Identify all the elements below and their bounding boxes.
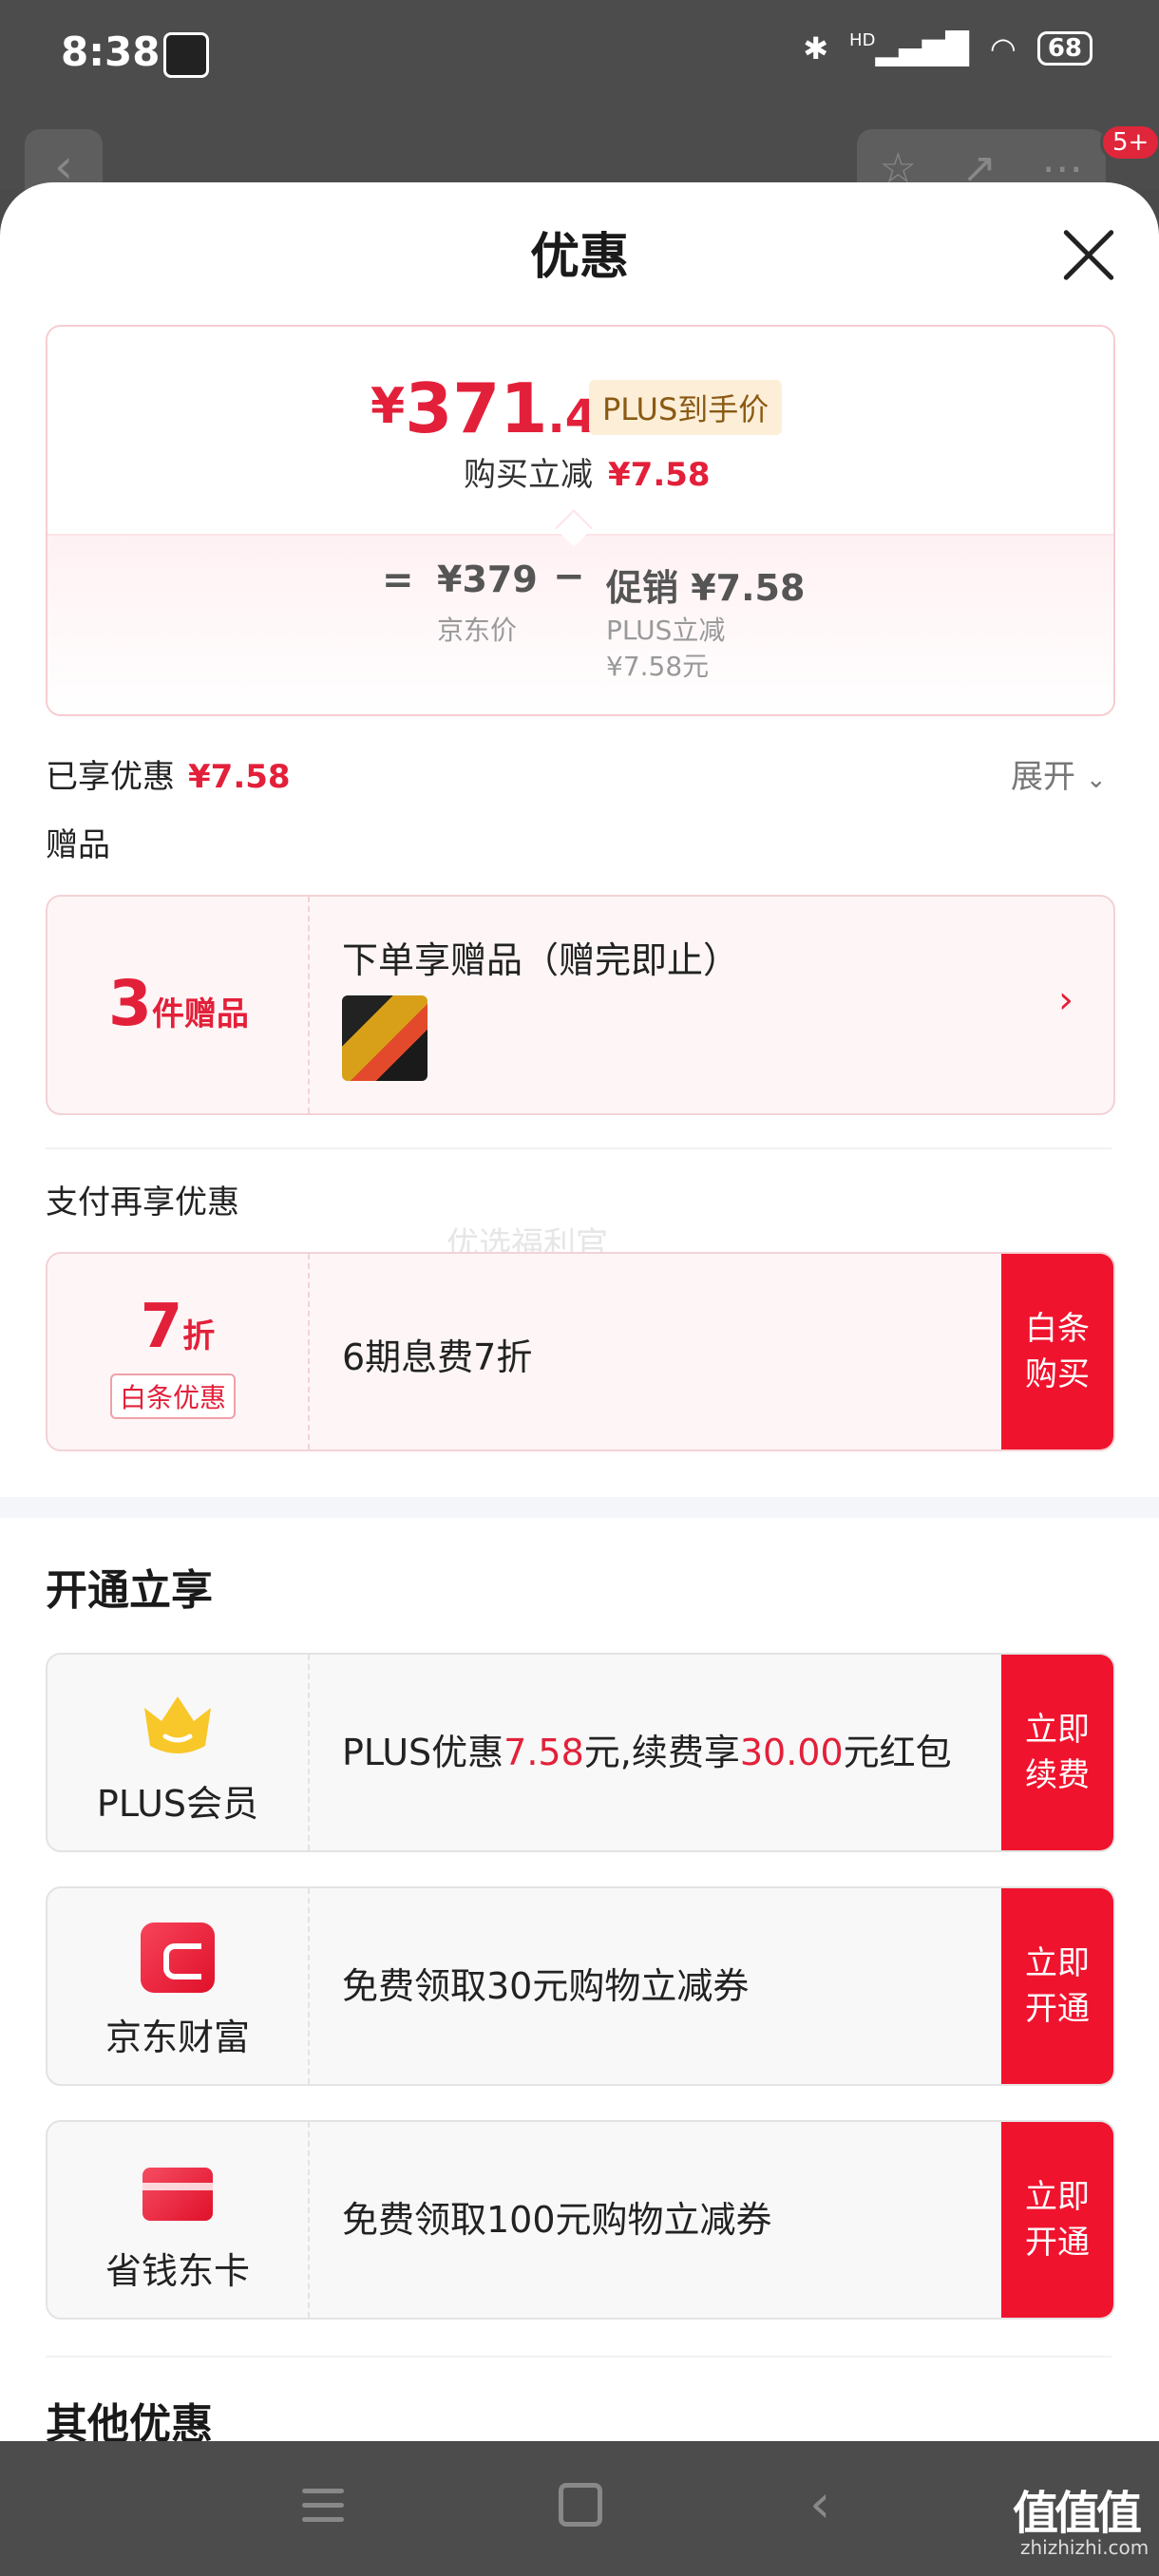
saver-card[interactable]: 省钱东卡 免费领取100元购物立减券 立即开通 xyxy=(46,2120,1115,2320)
baitiao-discount: 7折 xyxy=(48,1292,308,1362)
jd-wealth-name: 京东财富 xyxy=(104,2017,250,2058)
status-time: 8:38 xyxy=(61,28,161,75)
baitiao-buy-label: 白条购买 xyxy=(1025,1310,1090,1393)
discount-unit: 折 xyxy=(182,1317,216,1355)
plus-price-tag: PLUS到手价 xyxy=(589,380,783,435)
plus-card-left: PLUS会员 xyxy=(48,1655,310,1850)
back-nav-icon[interactable]: ‹ xyxy=(809,2473,830,2535)
jd-price: ¥379 xyxy=(437,559,538,600)
system-nav-bar: ‹ 值值值 zhizhizhi.com xyxy=(0,2441,1159,2576)
divider xyxy=(46,1147,1112,1149)
enjoyed-value: ¥7.58 xyxy=(188,758,291,796)
jd-wealth-card-left: 京东财富 xyxy=(48,1888,310,2084)
plus-card-name: PLUS会员 xyxy=(96,1783,259,1825)
gifts-section-label: 赠品 xyxy=(46,826,110,864)
pay-section-label: 支付再享优惠 xyxy=(46,1184,239,1222)
section-gap xyxy=(0,1497,1159,1518)
gift-title: 下单享赠品（赠完即止） xyxy=(342,939,740,981)
plus-renew-button[interactable]: 立即续费 xyxy=(1001,1655,1113,1850)
minus-sign: − xyxy=(553,555,585,598)
close-icon[interactable] xyxy=(1060,226,1117,283)
saver-card-open-button[interactable]: 立即开通 xyxy=(1001,2122,1113,2318)
home-icon[interactable] xyxy=(559,2483,602,2527)
chevron-right-icon[interactable]: › xyxy=(1058,978,1074,1022)
status-icons: ✱ HD▂▄▆█ ◠ 68 xyxy=(803,30,1092,66)
equals-sign: = xyxy=(382,559,414,602)
gift-count-number: 3 xyxy=(108,967,152,1040)
divider xyxy=(46,2356,1112,2358)
gift-count: 3件赠品 xyxy=(108,967,249,1040)
watermark-url: zhizhizhi.com xyxy=(1020,2536,1150,2559)
gift-count-unit: 件赠品 xyxy=(151,995,249,1033)
enjoyed-label: 已享优惠 xyxy=(46,758,175,796)
jd-wealth-open-button[interactable]: 立即开通 xyxy=(1001,1888,1113,2084)
plus-card-text: PLUS优惠7.58元,续费享30.00元红包 xyxy=(342,1655,969,1850)
subtitle-value: ¥7.58 xyxy=(608,456,711,494)
saver-card-left: 省钱东卡 xyxy=(48,2122,310,2318)
background-page-header: ‹ ☆ ↗ ⋯ 5+ xyxy=(0,114,1159,207)
sheet-title: 优惠 xyxy=(529,229,629,286)
promo-value: 促销 ¥7.58 xyxy=(606,567,806,609)
price-subtitle: 购买立减 ¥7.58 xyxy=(464,448,711,495)
enjoyed-discount: 已享优惠 ¥7.58 xyxy=(46,750,291,797)
baitiao-card[interactable]: 7折 白条优惠 6期息费7折 白条购买 xyxy=(46,1252,1115,1451)
expand-button[interactable]: 展开 ⌄ xyxy=(1011,750,1107,797)
gift-card[interactable]: 3件赠品 下单享赠品（赠完即止） › xyxy=(46,895,1115,1115)
price-currency: ¥ xyxy=(370,378,406,435)
subtitle-label: 购买立减 xyxy=(464,456,593,494)
jd-wealth-open-label: 立即开通 xyxy=(1025,1944,1090,2028)
expand-label: 展开 xyxy=(1011,758,1075,796)
plus-text-b: 元,续费享 xyxy=(583,1732,740,1773)
open-section-title: 开通立享 xyxy=(46,1566,213,1615)
saver-card-text: 免费领取100元购物立减券 xyxy=(342,2199,772,2241)
other-section-title: 其他优惠 xyxy=(46,2400,213,2441)
message-badge: 5+ xyxy=(1100,123,1159,161)
saver-card-name: 省钱东卡 xyxy=(104,2250,250,2292)
credit-card-icon xyxy=(142,2168,213,2221)
app-notification-icon xyxy=(163,32,209,78)
plus-value-b: 30.00 xyxy=(739,1732,844,1773)
jd-wealth-card[interactable]: 京东财富 免费领取30元购物立减券 立即开通 xyxy=(46,1886,1115,2086)
baitiao-buy-button[interactable]: 白条购买 xyxy=(1001,1254,1113,1449)
gift-card-left: 3件赠品 xyxy=(48,897,310,1113)
price-card: ¥371.42 PLUS到手价 购买立减 ¥7.58 = ¥379 京东价 − 促… xyxy=(46,325,1115,716)
plus-discount-value: ¥7.58元 xyxy=(606,651,710,682)
baitiao-text: 6期息费7折 xyxy=(342,1336,533,1378)
signal-icon: HD▂▄▆█ xyxy=(849,30,969,66)
menu-icon[interactable] xyxy=(302,2489,344,2523)
crown-icon xyxy=(144,1696,211,1753)
plus-renew-label: 立即续费 xyxy=(1025,1711,1090,1794)
jd-price-label: 京东价 xyxy=(437,615,518,646)
plus-value-a: 7.58 xyxy=(504,1732,584,1773)
battery-icon: 68 xyxy=(1036,31,1092,66)
wifi-icon: ◠ xyxy=(989,30,1016,66)
saver-card-open-label: 立即开通 xyxy=(1025,2178,1090,2262)
bluetooth-icon: ✱ xyxy=(803,30,829,66)
jd-wealth-text: 免费领取30元购物立减券 xyxy=(342,1965,750,2007)
plus-text-a: PLUS优惠 xyxy=(342,1732,504,1773)
plus-discount-label: PLUS立减 xyxy=(606,615,726,646)
wallet-icon xyxy=(141,1923,215,1993)
discount-sheet: 优惠 ¥371.42 PLUS到手价 购买立减 ¥7.58 = ¥379 京东价 … xyxy=(0,182,1159,2441)
chevron-down-icon: ⌄ xyxy=(1085,766,1107,794)
price-integer: 371 xyxy=(405,369,548,448)
gift-product-thumbnail[interactable] xyxy=(342,995,428,1081)
plus-member-card[interactable]: PLUS会员 PLUS优惠7.58元,续费享30.00元红包 立即续费 xyxy=(46,1653,1115,1852)
discount-number: 7 xyxy=(140,1292,183,1362)
watermark-logo: 值值值 xyxy=(1013,2487,1142,2540)
plus-text-c: 元红包 xyxy=(843,1732,952,1773)
baitiao-tag: 白条优惠 xyxy=(110,1373,237,1419)
status-bar: 8:38 ✱ HD▂▄▆█ ◠ 68 xyxy=(0,0,1159,114)
baitiao-card-left: 7折 白条优惠 xyxy=(48,1254,310,1449)
